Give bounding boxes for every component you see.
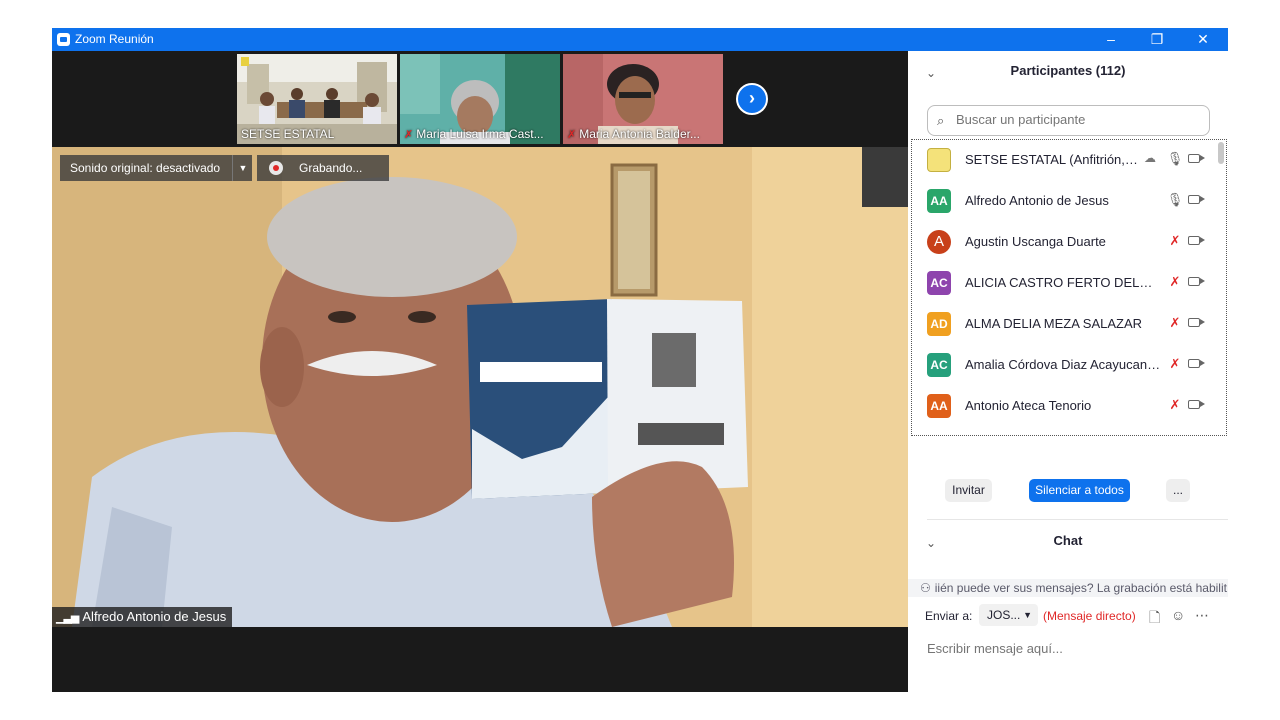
thumbnail-name: ✗ Maria Antonia Balder... [567, 127, 700, 141]
avatar: AC [927, 353, 951, 377]
more-icon[interactable]: ⋯ [1195, 607, 1209, 624]
next-page-button[interactable]: › [736, 83, 768, 115]
search-input[interactable] [954, 111, 1208, 128]
microphone-icon[interactable]: 🎙 [1166, 192, 1184, 208]
more-options-button[interactable]: ... [1166, 479, 1190, 502]
chat-visibility-notice[interactable]: ⚇ iién puede ver sus mensajes? La grabaci… [908, 579, 1228, 597]
video-camera-icon[interactable] [1188, 277, 1205, 286]
record-icon [269, 161, 283, 175]
participant-name: Alfredo Antonio de Jesus [965, 193, 1109, 208]
microphone-muted-icon[interactable]: ✗ [1166, 274, 1184, 290]
participant-name: Agustin Uscanga Duarte [965, 234, 1106, 249]
avatar [927, 148, 951, 172]
participant-list[interactable]: SETSE ESTATAL (Anfitrión, yo) ☁ 🎙 AA Alf… [911, 139, 1227, 436]
video-camera-icon[interactable] [1188, 400, 1205, 409]
speaker-name-tag: ▁▃▅ Alfredo Antonio de Jesus [52, 607, 233, 627]
file-icon[interactable]: 🗋 [1149, 607, 1160, 631]
window-title: Zoom Reunión [75, 32, 154, 46]
chevron-down-icon: ▼ [1023, 610, 1032, 620]
thumbnail-name: ✗ Maria Luisa Irma Cast... [404, 127, 544, 141]
microphone-muted-icon[interactable]: ✗ [1166, 356, 1184, 372]
participant-row[interactable] [912, 427, 1217, 436]
video-camera-icon[interactable] [1188, 318, 1205, 327]
send-to-label: Enviar a: [925, 609, 973, 623]
participant-row[interactable]: A Agustin Uscanga Duarte ✗ [912, 222, 1217, 263]
video-camera-icon[interactable] [1188, 359, 1205, 368]
participant-name: Amalia Córdova Diaz Acayucan ... [965, 357, 1161, 372]
signal-strength-icon: ▁▃▅ [56, 612, 79, 624]
speaker-name: Alfredo Antonio de Jesus [82, 609, 227, 624]
avatar: AD [927, 312, 951, 336]
video-camera-icon[interactable] [1188, 154, 1205, 163]
avatar: AA [927, 394, 951, 418]
avatar: AC [927, 271, 951, 295]
restore-icon[interactable]: ❐ [1134, 28, 1180, 51]
emoji-icon[interactable]: ☺ [1171, 607, 1185, 623]
cloud-recording-icon: ☁ [1144, 151, 1156, 165]
participant-row[interactable]: AC ALICIA CASTRO FERTO DELEGAC... ✗ [912, 263, 1217, 304]
participant-row[interactable]: AD ALMA DELIA MEZA SALAZAR ✗ [912, 304, 1217, 345]
participant-row[interactable]: SETSE ESTATAL (Anfitrión, yo) ☁ 🎙 [912, 140, 1217, 181]
microphone-icon[interactable]: 🎙 [1166, 151, 1184, 167]
video-thumbnail[interactable]: ✗ Maria Luisa Irma Cast... [400, 54, 560, 144]
microphone-muted-icon[interactable]: ✗ [1166, 397, 1184, 413]
chevron-down-icon[interactable]: ▼ [232, 155, 253, 181]
speaker-video-image [52, 147, 908, 627]
minimize-icon[interactable]: – [1088, 28, 1134, 51]
side-panel: ⌄ Participantes (112) ⌕ SETSE ESTATAL (A… [908, 51, 1228, 692]
active-speaker-video: Sonido original: desactivado ▼ Grabando.… [52, 147, 908, 627]
thumbnail-name: SETSE ESTATAL [241, 127, 335, 141]
video-stage: SETSE ESTATAL ✗Maria Luisa Irma Cast... [52, 51, 908, 692]
mic-muted-icon: ✗ [404, 129, 414, 141]
participant-row[interactable]: AA Antonio Ateca Tenorio ✗ [912, 386, 1217, 427]
zoom-window: Zoom Reunión – ❐ ✕ SETSE ESTATAL ✗ Maria… [52, 28, 1228, 692]
video-thumbnail[interactable]: ✗ Maria Antonia Balder... [563, 54, 723, 144]
participant-list-scrollbar[interactable] [1218, 142, 1224, 164]
mic-muted-icon: ✗ [567, 129, 577, 141]
video-thumbnail[interactable]: SETSE ESTATAL [237, 54, 397, 144]
avatar: AA [927, 189, 951, 213]
chat-title: Chat [1053, 533, 1083, 548]
participant-name: ALMA DELIA MEZA SALAZAR [965, 316, 1143, 331]
microphone-muted-icon[interactable]: ✗ [1166, 315, 1184, 331]
participant-row[interactable]: AC Amalia Córdova Diaz Acayucan ... ✗ [912, 345, 1217, 386]
close-icon[interactable]: ✕ [1180, 28, 1226, 51]
invite-button[interactable]: Invitar [945, 479, 992, 502]
chat-message-input[interactable] [925, 640, 1219, 657]
original-sound-control[interactable]: Sonido original: desactivado ▼ [60, 155, 252, 181]
recipient-dropdown[interactable]: JOS... ▼ [979, 604, 1038, 626]
microphone-muted-icon[interactable]: ✗ [1166, 233, 1184, 249]
participant-name: ALICIA CASTRO FERTO DELEGAC... [965, 275, 1161, 290]
direct-message-label: (Mensaje directo) [1043, 609, 1136, 623]
participant-name: SETSE ESTATAL (Anfitrión, yo) [965, 152, 1140, 167]
mute-all-button[interactable]: Silenciar a todos [1029, 479, 1130, 502]
participant-name: Antonio Ateca Tenorio [965, 398, 1092, 413]
recipient-value: JOS... [987, 608, 1021, 622]
video-camera-icon[interactable] [1188, 195, 1205, 204]
title-bar: Zoom Reunión – ❐ ✕ [52, 28, 1228, 51]
avatar [927, 435, 951, 436]
participants-title: Participantes (112) [1010, 63, 1126, 78]
avatar: A [927, 230, 951, 254]
zoom-app-icon [57, 33, 70, 46]
person-icon: ⚇ [920, 581, 931, 595]
original-sound-label: Sonido original: desactivado [70, 161, 221, 175]
participant-search[interactable]: ⌕ [927, 105, 1210, 136]
search-icon: ⌕ [937, 113, 945, 128]
recording-indicator[interactable]: Grabando... [257, 155, 389, 181]
recording-label: Grabando... [299, 161, 363, 175]
divider [927, 519, 1228, 520]
participant-row[interactable]: AA Alfredo Antonio de Jesus 🎙 [912, 181, 1217, 222]
video-camera-icon[interactable] [1188, 236, 1205, 245]
